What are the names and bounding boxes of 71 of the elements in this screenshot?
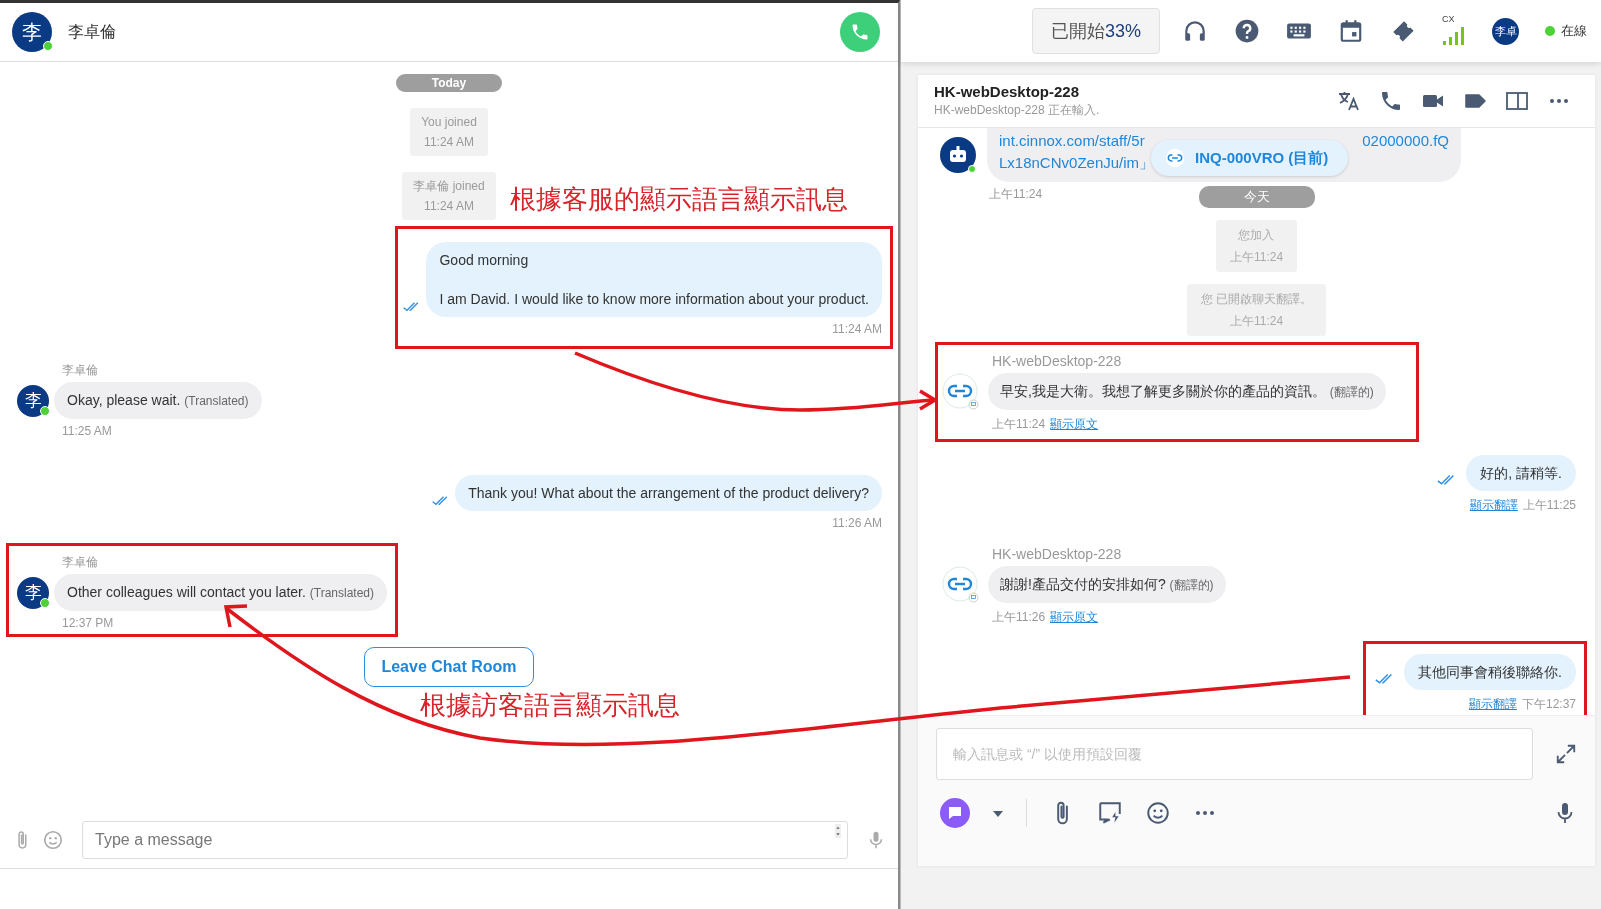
status-dot (1545, 26, 1555, 36)
help-icon[interactable] (1234, 18, 1260, 44)
message-text: 好的, 請稍等. (1480, 465, 1562, 481)
show-translation-link[interactable]: 顯示翻譯 (1469, 497, 1518, 514)
translate-icon[interactable] (1337, 89, 1361, 113)
side-panel-icon[interactable] (1505, 89, 1529, 113)
event-text: 您加入 (1238, 227, 1275, 244)
message-text: 其他同事會稍後聯絡你. (1418, 664, 1562, 680)
link-text[interactable]: int.cinnox.com/staff/5r (999, 130, 1145, 152)
message-time: 下午12:37 (1521, 696, 1576, 713)
progress-button[interactable]: 已開始33% (1031, 8, 1160, 54)
date-divider: Today (396, 74, 502, 92)
message-text: Good morning (439, 251, 530, 270)
message-text: I am David. I would like to know more information about your product. (439, 290, 869, 309)
avatar[interactable]: 李卓 (1492, 17, 1519, 45)
message-time: 12:37 PM (62, 616, 114, 630)
link-avatar-icon (941, 565, 979, 603)
annotation-text: 根據客服的顯示語言顯示訊息 (510, 184, 848, 214)
message-time: 上午11:24 (989, 186, 1043, 203)
message-text: 早安,我是大衛。我想了解更多關於你的產品的資訊。 (1000, 382, 1326, 399)
annotation-text: 根據訪客語言顯示訊息 (420, 690, 680, 720)
sender-name: 李卓倫 (62, 362, 98, 379)
message-text: Thank you! What about the arrangement of the product delivery? (468, 484, 869, 503)
message-time: 11:24 AM (832, 322, 882, 336)
robot-avatar-icon (938, 135, 978, 175)
link-text[interactable]: 02000000.fQ (1362, 130, 1449, 152)
link-icon (1165, 148, 1185, 168)
translated-tag: (Translated) (309, 586, 375, 600)
signal-label: CX (1442, 14, 1455, 24)
show-translation-link[interactable]: 顯示翻譯 (1468, 696, 1517, 713)
message-time: 上午11:25 (1522, 497, 1576, 514)
message-input[interactable]: 輸入訊息或 “/” 以使用預設回覆 (936, 728, 1533, 780)
headset-icon[interactable] (1182, 18, 1208, 44)
phone-icon (850, 22, 870, 42)
chat-mode-icon[interactable] (940, 798, 970, 828)
message-time: 上午11:26 (992, 609, 1046, 626)
avatar: 李 (17, 384, 49, 417)
phone-icon[interactable] (1379, 89, 1403, 113)
leave-chat-button[interactable]: Leave Chat Room (364, 647, 534, 687)
translated-tag: (翻譯的) (1329, 384, 1374, 399)
event-time: 11:24 AM (424, 134, 474, 151)
show-original-link[interactable]: 顯示原文 (1050, 609, 1099, 626)
message-time: 11:26 AM (832, 516, 882, 530)
calendar-icon[interactable] (1338, 18, 1364, 44)
conversation-title: HK-webDesktop-228 (934, 83, 1080, 100)
sender-name: HK-webDesktop-228 (992, 353, 1122, 369)
message-input[interactable]: Type a message (82, 821, 848, 859)
link-avatar-icon (941, 372, 979, 410)
message-text: 謝謝!產品交付的安排如何? (1000, 575, 1166, 592)
message-time: 11:25 AM (62, 424, 112, 438)
avatar: 李 (12, 12, 52, 52)
inquiry-chip[interactable]: INQ-000VRO (目前) (1151, 140, 1349, 176)
typing-status: HK-webDesktop-228 正在輸入. (934, 102, 1100, 119)
contact-name: 李卓倫 (68, 21, 117, 42)
sender-name: HK-webDesktop-228 (992, 546, 1122, 562)
smiley-icon[interactable] (1145, 800, 1171, 826)
event-text: You joined (421, 114, 477, 131)
avatar: 李 (17, 576, 49, 609)
message-time: 上午11:24 (992, 416, 1046, 433)
expand-icon[interactable] (1555, 743, 1577, 765)
event-text: 李卓倫 joined (413, 178, 485, 195)
translated-tag: (翻譯的) (1169, 577, 1214, 592)
status-text: 在線 (1561, 22, 1587, 40)
quick-reply-icon[interactable] (1097, 800, 1123, 826)
message-text: Okay, please wait. (67, 392, 181, 408)
date-divider: 今天 (1198, 186, 1315, 208)
sender-name: 李卓倫 (62, 554, 98, 571)
translated-tag: (Translated) (184, 394, 249, 408)
message-text: Other colleagues will contact you later. (67, 584, 306, 600)
show-original-link[interactable]: 顯示原文 (1050, 416, 1099, 433)
event-time: 11:24 AM (424, 198, 474, 215)
